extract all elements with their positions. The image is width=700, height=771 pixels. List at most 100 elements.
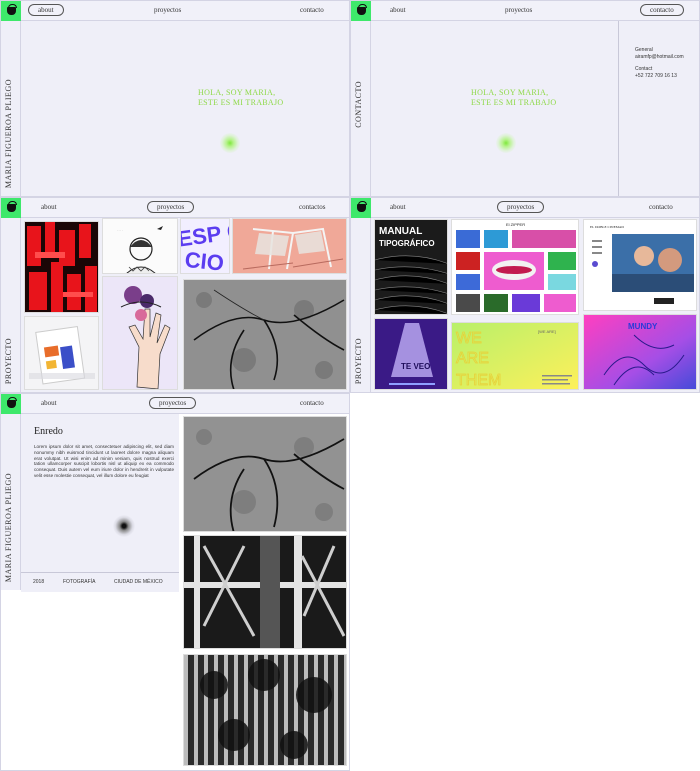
- project-tile-book[interactable]: [24, 316, 99, 390]
- svg-text:El ZIPPER: El ZIPPER: [506, 222, 525, 227]
- section-name: PROYECTO: [4, 337, 13, 384]
- side-rail: MARIA FIGUEROA PLIEGO: [1, 21, 21, 196]
- cup-logo-icon[interactable]: [1, 394, 21, 414]
- top-nav: about proyectos contacto: [351, 1, 699, 21]
- top-nav: about proyectos contacto: [1, 1, 349, 21]
- hero-line-1: HOLA, SOY MARIA,: [198, 88, 276, 97]
- section-name: CONTACTO: [354, 81, 363, 128]
- nav-projects[interactable]: proyectos: [149, 397, 197, 409]
- cup-logo-icon[interactable]: [1, 1, 21, 21]
- top-nav: about proyectos contactos: [1, 198, 349, 218]
- section-name: PROYECTO: [354, 337, 363, 384]
- svg-text:WE: WE: [456, 330, 482, 347]
- nav-about[interactable]: about: [28, 4, 64, 16]
- svg-text:TE VEO: TE VEO: [401, 362, 430, 371]
- side-rail: CONTACTO: [351, 21, 371, 196]
- project-tile-espacio[interactable]: ESP CIO CIO: [180, 218, 230, 274]
- home-screen: about proyectos contacto MARIA FIGUEROA …: [0, 0, 350, 197]
- svg-text:. . . .: . . . .: [117, 228, 123, 232]
- svg-text:MANUAL: MANUAL: [379, 226, 422, 237]
- nav-about[interactable]: about: [41, 202, 57, 212]
- project-tile-wearethem[interactable]: WE ARE THEM [WE ARE]: [451, 322, 579, 390]
- project-tile-enredo[interactable]: [183, 279, 347, 390]
- top-nav: about proyectos contacto: [1, 394, 349, 414]
- wearethem-art: WE ARE THEM [WE ARE]: [452, 323, 578, 389]
- nav-about[interactable]: about: [390, 5, 406, 15]
- nav-contact[interactable]: contactos: [299, 202, 325, 212]
- enredo-art: [184, 280, 346, 389]
- svg-text:ARE: ARE: [456, 350, 489, 367]
- character-art: . . . .: [117, 226, 163, 273]
- project-tile-hands[interactable]: [102, 276, 178, 390]
- project-city: CIUDAD DE MÉXICO: [114, 579, 163, 585]
- project-title: Enredo: [34, 426, 63, 437]
- nav-about[interactable]: about: [41, 398, 57, 408]
- project-tile-character[interactable]: . . . .: [102, 218, 178, 274]
- svg-text:THEM: THEM: [456, 372, 501, 389]
- nav-about[interactable]: about: [390, 202, 406, 212]
- projects-screen-2: about proyectos contacto PROYECTO MANUAL…: [350, 197, 700, 393]
- email-link[interactable]: airamfp@hotmail.com: [635, 54, 684, 61]
- nav-contact[interactable]: contacto: [300, 5, 324, 15]
- project-description: Lorem ipsum dolor sit amet, consectetuer…: [34, 444, 174, 478]
- divider: [618, 21, 619, 196]
- top-nav: about proyectos contacto: [351, 198, 699, 218]
- cinema-art: EL DOBLE CINEMAD: [590, 225, 694, 304]
- teveo-art: TE VEO: [375, 319, 447, 389]
- project-tile-poster[interactable]: [24, 221, 99, 313]
- hero-line-2: ESTE ES MI TRABAJO: [198, 98, 284, 107]
- manual-art: MANUAL TIPOGRÁFICO: [375, 220, 447, 314]
- svg-text:TIPOGRÁFICO: TIPOGRÁFICO: [379, 239, 435, 248]
- project-tile-zipper[interactable]: El ZIPPER: [451, 219, 579, 315]
- hero-line-2: ESTE ES MI TRABAJO: [471, 98, 557, 107]
- espacio-art: ESP CIO CIO: [181, 219, 229, 274]
- poster-art: [27, 222, 97, 312]
- detail-photo-3[interactable]: [183, 654, 347, 766]
- contact-screen: about proyectos contacto CONTACTO HOLA, …: [350, 0, 700, 197]
- project-detail-screen: about proyectos contacto MARIA FIGUEROA …: [0, 393, 350, 771]
- project-tile-cinema[interactable]: EL DOBLE CINEMAD: [583, 219, 697, 311]
- nav-projects[interactable]: proyectos: [154, 5, 181, 15]
- project-tile-manual[interactable]: MANUAL TIPOGRÁFICO: [374, 219, 448, 315]
- glow-dot-icon: [496, 133, 516, 153]
- spinner-icon: [113, 515, 135, 537]
- nav-contact[interactable]: contacto: [300, 398, 324, 408]
- project-tile-chairs[interactable]: [232, 218, 347, 274]
- contact-info: General airamfp@hotmail.com Contact +52 …: [635, 47, 684, 79]
- projects-screen: about proyectos contactos PROYECTO . . .…: [0, 197, 350, 393]
- project-tile-pink[interactable]: MUNDY: [583, 314, 697, 390]
- svg-text:[WE ARE]: [WE ARE]: [538, 329, 556, 334]
- photo-structure-art: [184, 536, 346, 648]
- nav-projects[interactable]: proyectos: [147, 201, 195, 213]
- zipper-art: El ZIPPER: [456, 222, 576, 312]
- detail-panel: Enredo Lorem ipsum dolor sit amet, conse…: [21, 414, 179, 592]
- side-rail: PROYECTO: [1, 218, 21, 392]
- svg-text:EL DOBLE CINEMAD: EL DOBLE CINEMAD: [590, 225, 624, 229]
- svg-text:CIO: CIO: [184, 247, 226, 274]
- nav-projects[interactable]: proyectos: [497, 201, 545, 213]
- nav-contact[interactable]: contacto: [649, 202, 673, 212]
- hero-line-1: HOLA, SOY MARIA,: [471, 88, 549, 97]
- footer-rule: [21, 572, 179, 573]
- detail-photo-2[interactable]: [183, 535, 347, 649]
- cup-logo-icon[interactable]: [351, 198, 371, 218]
- cup-logo-icon[interactable]: [1, 198, 21, 218]
- project-tile-teveo[interactable]: TE VEO: [374, 318, 448, 390]
- book-art: [29, 326, 95, 385]
- phone-text[interactable]: +52 722 709 16 13: [635, 73, 684, 80]
- chairs-art: [233, 219, 346, 273]
- project-year: 2018: [33, 579, 45, 585]
- nav-contact[interactable]: contacto: [640, 4, 684, 16]
- svg-text:MUNDY: MUNDY: [628, 322, 658, 331]
- nav-projects[interactable]: proyectos: [505, 5, 532, 15]
- side-rail: MARIA FIGUEROA PLIEGO: [1, 414, 21, 590]
- hands-art: [120, 286, 171, 389]
- photo-stripes-art: [184, 655, 346, 765]
- photo-root-art: [184, 417, 346, 531]
- side-rail: PROYECTO: [351, 218, 371, 392]
- cup-logo-icon[interactable]: [351, 1, 371, 21]
- detail-photo-1[interactable]: [183, 416, 347, 532]
- site-name: MARIA FIGUEROA PLIEGO: [4, 78, 13, 188]
- site-name: MARIA FIGUEROA PLIEGO: [4, 472, 13, 582]
- pink-art: MUNDY: [584, 315, 696, 389]
